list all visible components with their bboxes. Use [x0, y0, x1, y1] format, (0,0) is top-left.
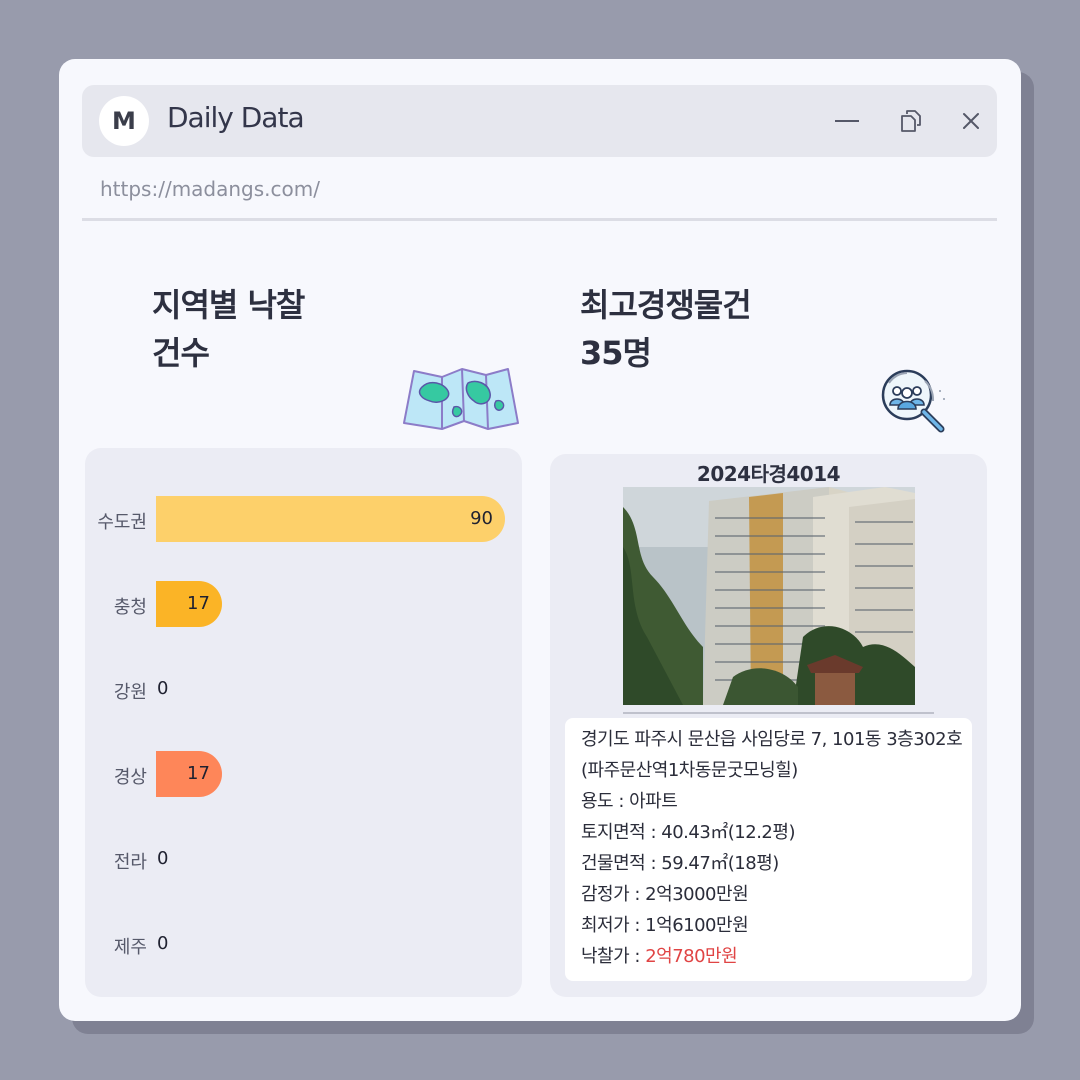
- bar-row: 강원 0: [85, 666, 521, 712]
- region-heading-line1: 지역별 낙찰: [152, 286, 305, 324]
- close-button[interactable]: [953, 103, 989, 139]
- competition-heading: 최고경쟁물건 35명: [580, 281, 752, 377]
- app-window: M Daily Data https://madangs.com/ 지역별 낙찰…: [59, 59, 1021, 1021]
- bar-value-label: 0: [157, 678, 169, 699]
- people-search-icon: [881, 369, 945, 433]
- property-appraisal: 감정가 : 2억3000만원: [581, 884, 749, 905]
- region-heading-line2: 건수: [152, 334, 210, 372]
- restore-button[interactable]: [893, 103, 929, 139]
- url-divider: [82, 218, 997, 221]
- bar-category-label: 충청: [113, 597, 147, 618]
- bar-category-label: 강원: [113, 682, 147, 703]
- property-photo: [623, 487, 915, 705]
- bar-value-label: 17: [187, 763, 210, 784]
- bar-value-label: 0: [157, 933, 169, 954]
- bar-value-label: 17: [187, 593, 210, 614]
- property-panel: 2024타경4014 경기도 파주시 문산읍 사임당로 7, 101동 3층30…: [550, 454, 987, 997]
- bar-category-label: 제주: [113, 937, 147, 958]
- photo-divider: [623, 712, 934, 714]
- bar-category-label: 전라: [113, 852, 147, 873]
- app-title: Daily Data: [167, 101, 305, 134]
- app-avatar: M: [99, 96, 149, 146]
- winning-bid-label: 낙찰가 :: [581, 946, 646, 967]
- bar-row: 충청 17: [85, 581, 521, 627]
- property-usage: 용도 : 아파트: [581, 791, 678, 812]
- minimize-icon: [835, 120, 859, 122]
- property-building-area: 건물면적 : 59.47㎡(18평): [581, 853, 779, 874]
- bar-row: 제주 0: [85, 921, 521, 967]
- map-icon: [403, 368, 519, 430]
- url-bar[interactable]: https://madangs.com/: [100, 177, 320, 201]
- bar-category-label: 경상: [113, 767, 147, 788]
- property-land-area: 토지면적 : 40.43㎡(12.2평): [581, 822, 795, 843]
- bar-row: 경상 17: [85, 751, 521, 797]
- title-bar: M Daily Data: [82, 85, 997, 157]
- bar-row: 전라 0: [85, 836, 521, 882]
- property-winning-bid: 낙찰가 : 2억780만원: [581, 941, 972, 972]
- property-complex: (파주문산역1차동문굿모닝힐): [581, 760, 798, 781]
- case-number: 2024타경4014: [696, 462, 841, 486]
- property-address: 경기도 파주시 문산읍 사임당로 7, 101동 3층302호: [581, 729, 963, 750]
- minimize-button[interactable]: [829, 103, 865, 139]
- property-info-card: 경기도 파주시 문산읍 사임당로 7, 101동 3층302호 (파주문산역1차…: [565, 718, 972, 981]
- property-minimum: 최저가 : 1억6100만원: [581, 915, 749, 936]
- competition-heading-line1: 최고경쟁물건: [580, 286, 752, 324]
- bar-value-label: 90: [470, 508, 493, 529]
- bar-category-label: 수도권: [97, 512, 147, 533]
- winning-bid-value: 2억780만원: [645, 946, 738, 967]
- restore-icon: [901, 110, 921, 132]
- bar: [156, 496, 505, 542]
- bar-row: 수도권 90: [85, 496, 521, 542]
- close-icon: [963, 113, 979, 129]
- bar-value-label: 0: [157, 848, 169, 869]
- competition-heading-line2: 35명: [580, 334, 652, 372]
- region-heading: 지역별 낙찰 건수: [152, 281, 305, 377]
- region-chart-panel: 수도권 90 충청 17 강원 0 경상 17 전라 0 제주 0: [85, 448, 522, 997]
